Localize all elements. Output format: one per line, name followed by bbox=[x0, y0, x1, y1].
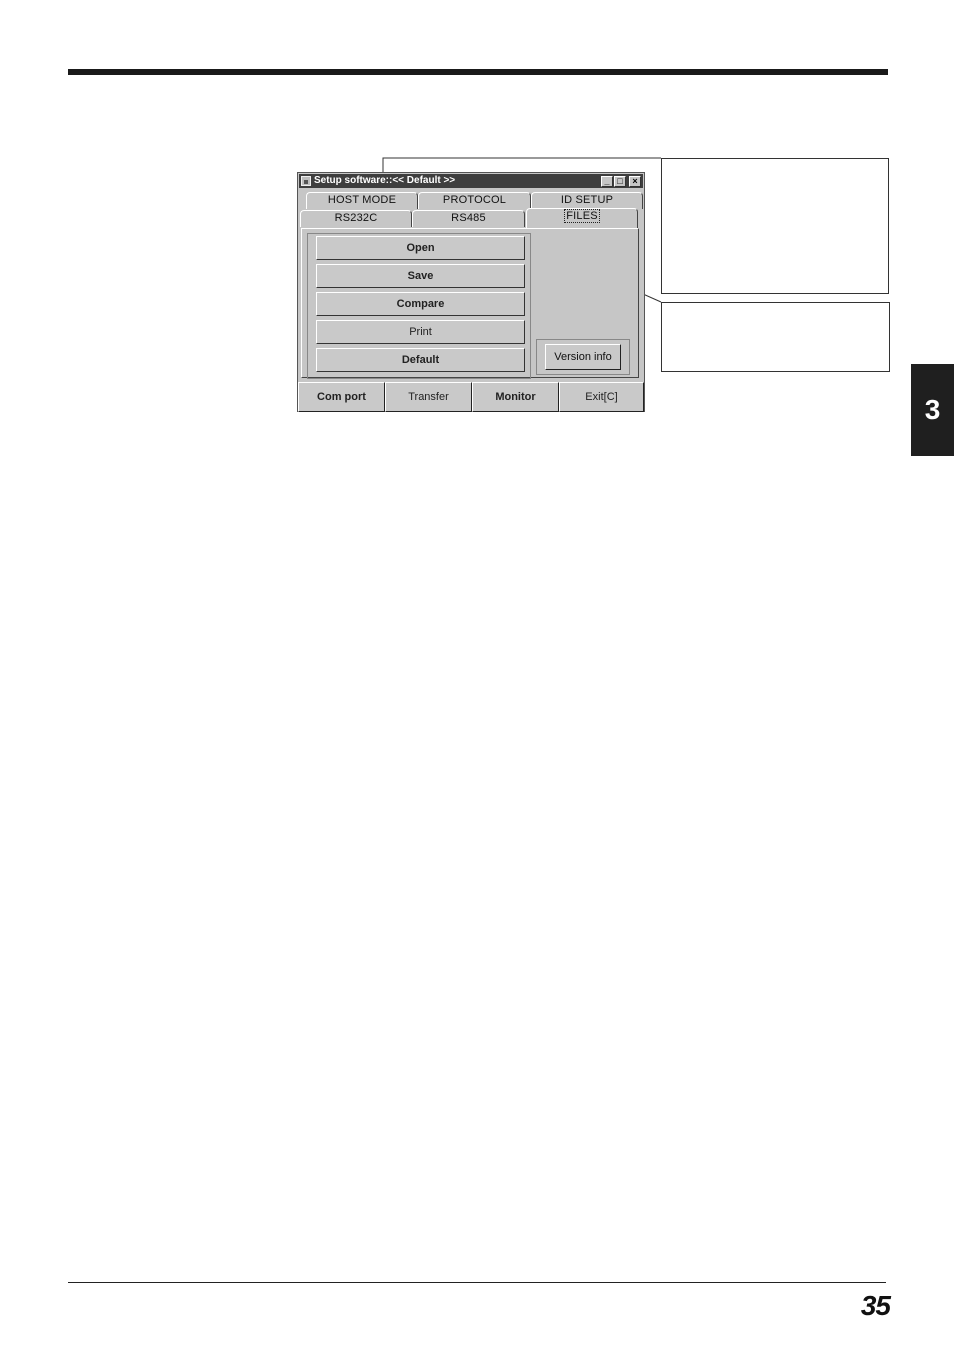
callout-box-1 bbox=[661, 158, 889, 294]
page-number: 35 bbox=[860, 1290, 891, 1321]
tab-rs485-label: RS485 bbox=[451, 212, 486, 224]
default-button[interactable]: Default bbox=[316, 348, 525, 372]
tab-host-mode-label: HOST MODE bbox=[327, 194, 397, 206]
tab-protocol[interactable]: PROTOCOL bbox=[418, 192, 531, 209]
exit-button[interactable]: Exit[C] bbox=[559, 382, 644, 412]
app-icon bbox=[301, 176, 311, 186]
chapter-number: 3 bbox=[924, 394, 941, 425]
tab-id-setup[interactable]: ID SETUP bbox=[531, 192, 643, 209]
bottom-rule bbox=[68, 1282, 886, 1283]
tab-rs232c-label: RS232C bbox=[334, 212, 378, 224]
minimize-button[interactable]: _ bbox=[601, 175, 613, 187]
leader-line-1 bbox=[382, 157, 661, 172]
window-title: Setup software::<< Default >> bbox=[314, 175, 456, 186]
com-port-button[interactable]: Com port bbox=[298, 382, 385, 412]
maximize-button[interactable]: □ bbox=[614, 175, 626, 187]
close-button[interactable]: × bbox=[629, 175, 641, 187]
top-rule bbox=[68, 69, 888, 75]
tab-host-mode[interactable]: HOST MODE bbox=[306, 192, 418, 209]
version-info-button[interactable]: Version info bbox=[545, 344, 621, 370]
monitor-button[interactable]: Monitor bbox=[472, 382, 559, 412]
setup-window: Setup software::<< Default >> _ □ × HOST… bbox=[297, 172, 645, 412]
save-button[interactable]: Save bbox=[316, 264, 525, 288]
transfer-button[interactable]: Transfer bbox=[385, 382, 472, 412]
callout-box-2 bbox=[661, 302, 890, 372]
tab-protocol-label: PROTOCOL bbox=[442, 194, 507, 206]
tab-rs485[interactable]: RS485 bbox=[412, 210, 525, 227]
tab-files-label: FILES bbox=[564, 209, 600, 223]
files-panel: Open Save Compare Print Default Version … bbox=[301, 228, 639, 379]
print-button[interactable]: Print bbox=[316, 320, 525, 344]
compare-button[interactable]: Compare bbox=[316, 292, 525, 316]
tab-rs232c[interactable]: RS232C bbox=[300, 210, 412, 227]
tab-files[interactable]: FILES bbox=[526, 208, 638, 228]
title-bar: Setup software::<< Default >> _ □ × bbox=[299, 174, 643, 188]
tab-id-setup-label: ID SETUP bbox=[560, 194, 614, 206]
chapter-tab: 3 bbox=[911, 364, 954, 456]
open-button[interactable]: Open bbox=[316, 236, 525, 260]
